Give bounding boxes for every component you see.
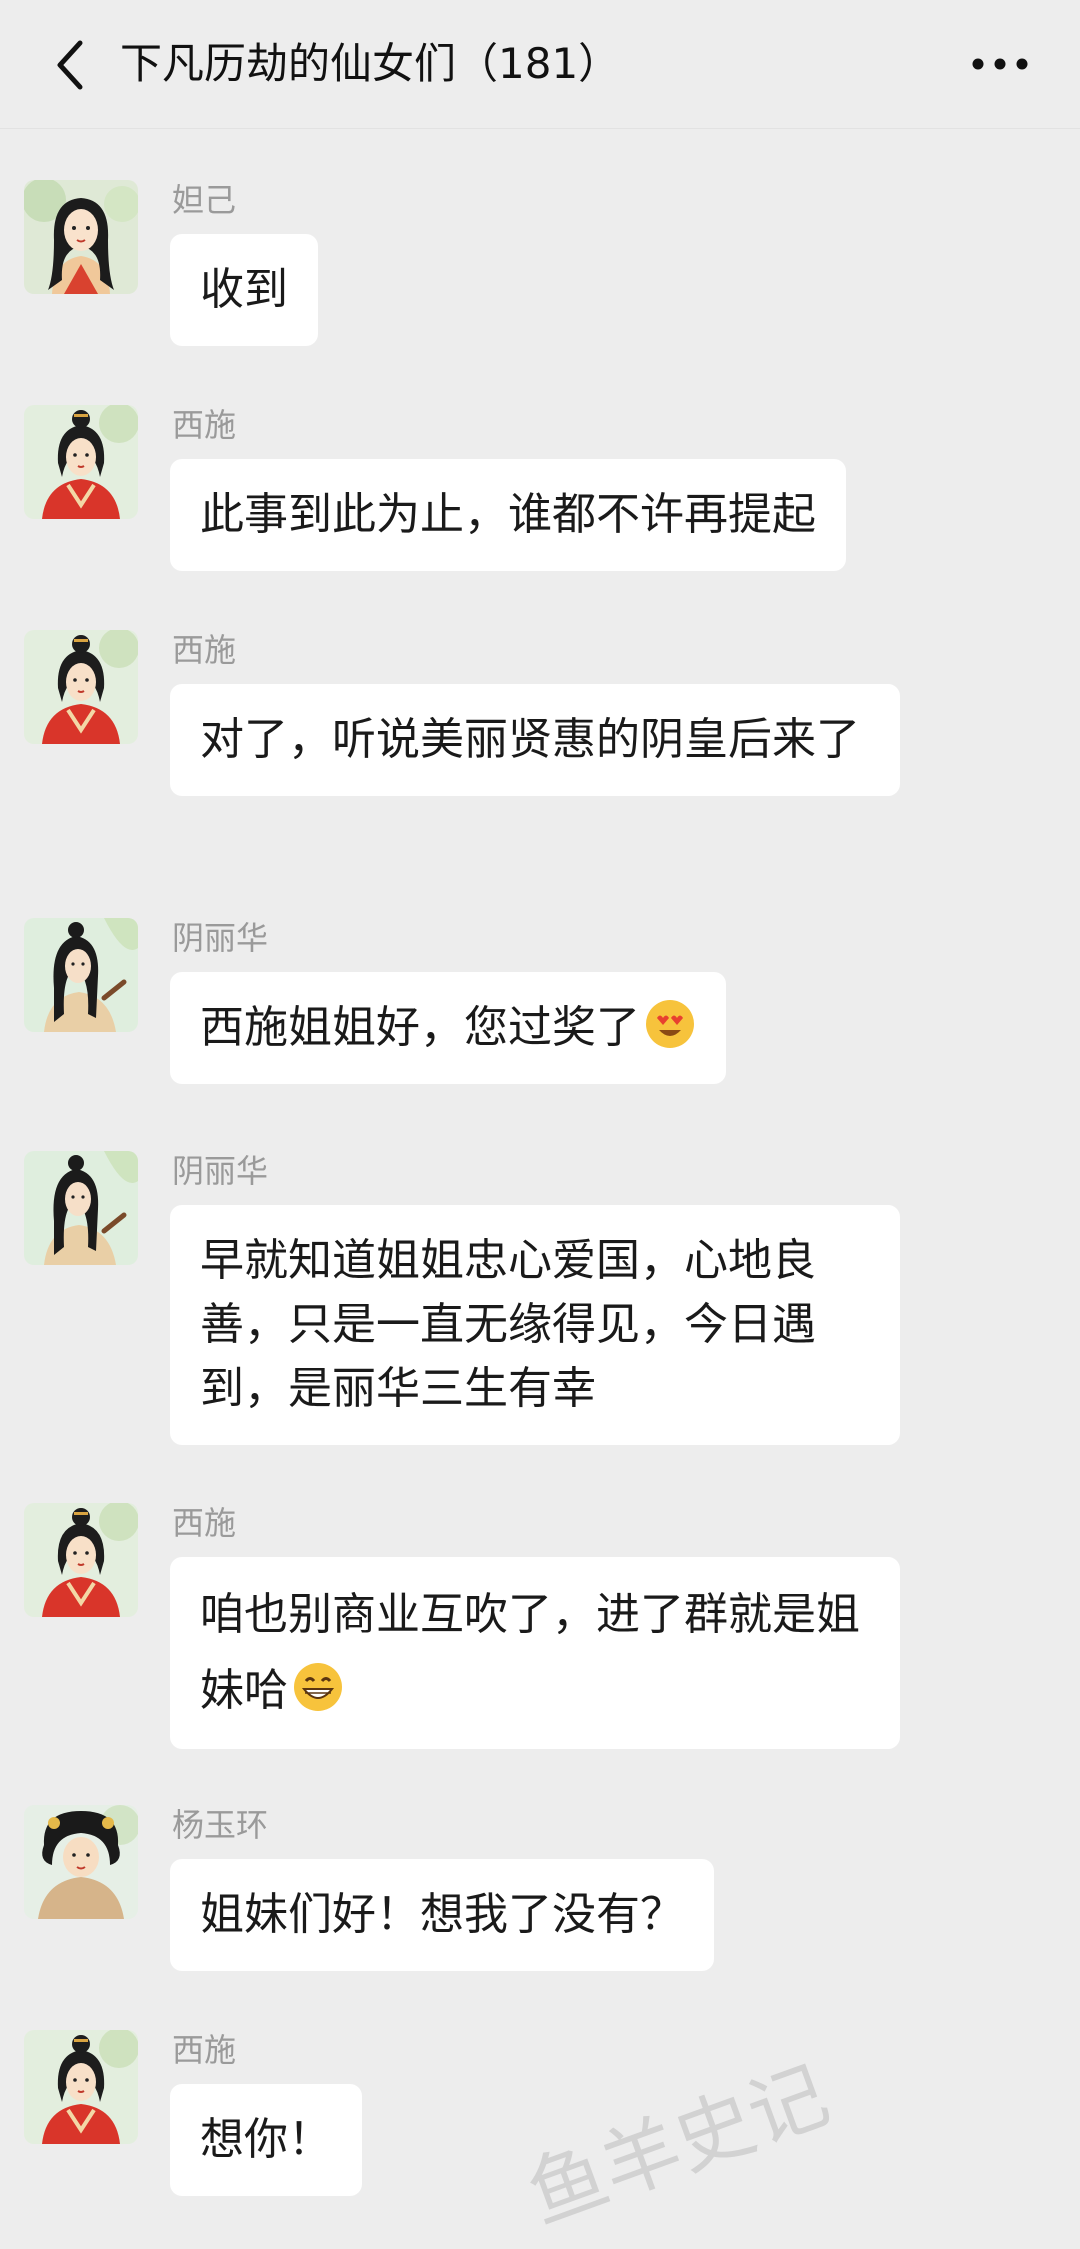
sender-name: 西施 xyxy=(172,1504,237,1542)
chat-header: 下凡历劫的仙女们（181） xyxy=(0,0,1080,129)
sender-name: 阴丽华 xyxy=(172,919,269,957)
message-bubble[interactable]: 姐妹们好！想我了没有？ xyxy=(170,1859,714,1971)
message-text: 西施姐姐好，您过奖了 xyxy=(200,1002,640,1053)
chat-screen: 下凡历劫的仙女们（181） 妲己 收到 西施 此事到此为止，谁都不许再提起 西施… xyxy=(0,0,1080,2249)
message-text: 姐妹们好！想我了没有？ xyxy=(200,1889,684,1940)
chat-title: 下凡历劫的仙女们（181） xyxy=(120,39,621,88)
daji-avatar-icon xyxy=(24,180,138,294)
message-text: 想你！ xyxy=(200,2114,332,2165)
message-bubble[interactable]: 收到 xyxy=(170,234,318,346)
avatar[interactable] xyxy=(24,180,138,294)
xishi-avatar-icon xyxy=(24,1503,138,1617)
back-button[interactable] xyxy=(40,30,100,100)
sender-name: 西施 xyxy=(172,2031,237,2069)
message-bubble[interactable]: 此事到此为止，谁都不许再提起 xyxy=(170,459,846,571)
xishi-avatar-icon xyxy=(24,405,138,519)
avatar[interactable] xyxy=(24,1151,138,1265)
avatar[interactable] xyxy=(24,918,138,1032)
message-bubble[interactable]: 西施姐姐好，您过奖了 xyxy=(170,972,726,1084)
message-bubble[interactable]: 对了，听说美丽贤惠的阴皇后来了 xyxy=(170,684,900,796)
message-bubble[interactable]: 早就知道姐姐忠心爱国，心地良善，只是一直无缘得见，今日遇到，是丽华三生有幸 xyxy=(170,1205,900,1445)
message-text: 此事到此为止，谁都不许再提起 xyxy=(200,489,816,540)
message-bubble[interactable]: 咱也别商业互吹了，进了群就是姐妹哈 xyxy=(170,1557,900,1749)
avatar[interactable] xyxy=(24,630,138,744)
more-horizontal-icon xyxy=(972,58,1028,70)
xishi-avatar-icon xyxy=(24,2030,138,2144)
sender-name: 西施 xyxy=(172,631,237,669)
avatar[interactable] xyxy=(24,2030,138,2144)
sender-name: 阴丽华 xyxy=(172,1152,269,1190)
more-options-button[interactable] xyxy=(960,36,1040,92)
heart-eyes-emoji-icon xyxy=(646,1000,694,1048)
sender-name: 杨玉环 xyxy=(172,1806,269,1844)
xishi-avatar-icon xyxy=(24,630,138,744)
sender-name: 西施 xyxy=(172,406,237,444)
grin-emoji-icon xyxy=(294,1663,342,1711)
yinlihua-avatar-icon xyxy=(24,918,138,1032)
message-bubble[interactable]: 想你！ xyxy=(170,2084,362,2196)
avatar[interactable] xyxy=(24,1805,138,1919)
avatar[interactable] xyxy=(24,405,138,519)
message-text: 收到 xyxy=(200,264,288,315)
chevron-left-icon xyxy=(57,40,83,90)
message-list[interactable]: 妲己 收到 西施 此事到此为止，谁都不许再提起 西施 对了，听说美丽贤惠的阴皇后… xyxy=(0,128,1080,2249)
yinlihua-avatar-icon xyxy=(24,1151,138,1265)
message-text: 对了，听说美丽贤惠的阴皇后来了 xyxy=(200,714,860,765)
sender-name: 妲己 xyxy=(172,181,237,219)
avatar[interactable] xyxy=(24,1503,138,1617)
message-text: 早就知道姐姐忠心爱国，心地良善，只是一直无缘得见，今日遇到，是丽华三生有幸 xyxy=(200,1235,816,1414)
yangyuhuan-avatar-icon xyxy=(24,1805,138,1919)
